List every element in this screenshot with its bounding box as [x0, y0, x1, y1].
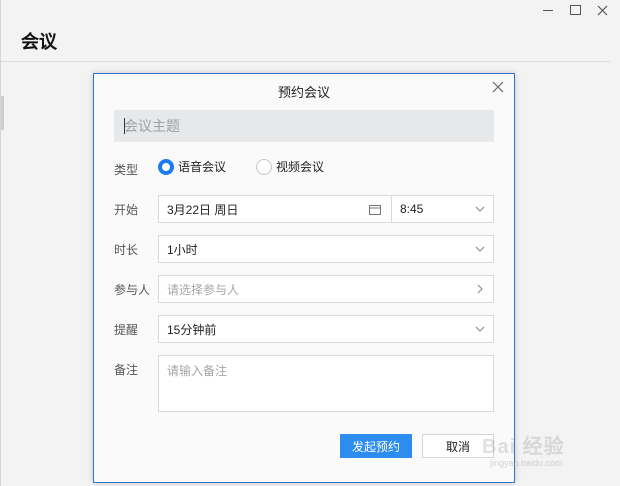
reminder-value: 15分钟前	[167, 322, 217, 337]
maximize-button[interactable]	[565, 2, 585, 18]
note-label: 备注	[114, 363, 139, 377]
submit-booking-button[interactable]: 发起预约	[340, 434, 412, 458]
radio-unselected-icon	[256, 158, 273, 175]
start-date-picker[interactable]: 3月22日 周日	[158, 195, 392, 223]
chevron-down-icon	[475, 326, 485, 332]
page-title: 会议	[21, 32, 57, 52]
text-cursor	[124, 118, 125, 134]
radio-label: 语音会议	[178, 160, 227, 174]
calendar-icon	[369, 205, 381, 215]
meeting-type-radio-group: 语音会议 视频会议	[158, 158, 354, 175]
reminder-select[interactable]: 15分钟前	[158, 315, 494, 343]
minimize-button[interactable]	[538, 2, 558, 18]
duration-value: 1小时	[167, 242, 198, 257]
window-close-button[interactable]	[592, 2, 612, 18]
participants-placeholder: 请选择参与人	[167, 282, 240, 297]
note-placeholder: 请输入备注	[167, 364, 228, 378]
schedule-meeting-dialog: 预约会议 类型 语音会议 视频会议 开始 3月22日 周日 8:45 时长 1小…	[93, 73, 515, 483]
divider	[1, 61, 610, 62]
radio-selected-icon	[158, 158, 174, 175]
dialog-title: 预约会议	[277, 85, 330, 100]
start-label: 开始	[114, 203, 139, 217]
start-date-value: 3月22日 周日	[167, 202, 239, 217]
cancel-button[interactable]: 取消	[422, 434, 494, 458]
voice-meeting-radio[interactable]: 语音会议	[158, 158, 226, 175]
dialog-close-icon[interactable]	[492, 81, 504, 93]
video-meeting-radio[interactable]: 视频会议	[256, 158, 324, 175]
participants-label: 参与人	[114, 283, 151, 297]
chevron-down-icon	[475, 246, 485, 252]
participants-selector[interactable]: 请选择参与人	[158, 275, 494, 303]
radio-label: 视频会议	[276, 160, 325, 174]
duration-select[interactable]: 1小时	[158, 235, 494, 263]
chevron-down-icon	[475, 206, 485, 212]
start-time-select[interactable]: 8:45	[391, 195, 494, 223]
sidebar-edge	[1, 96, 4, 130]
duration-label: 时长	[114, 243, 139, 257]
chevron-right-icon	[477, 284, 483, 294]
title-bar	[510, 0, 620, 20]
meeting-subject-input[interactable]	[114, 110, 494, 142]
reminder-label: 提醒	[114, 323, 139, 337]
close-icon	[597, 5, 607, 15]
type-label: 类型	[114, 163, 139, 177]
note-textarea[interactable]: 请输入备注	[158, 355, 494, 412]
start-time-value: 8:45	[400, 202, 424, 216]
